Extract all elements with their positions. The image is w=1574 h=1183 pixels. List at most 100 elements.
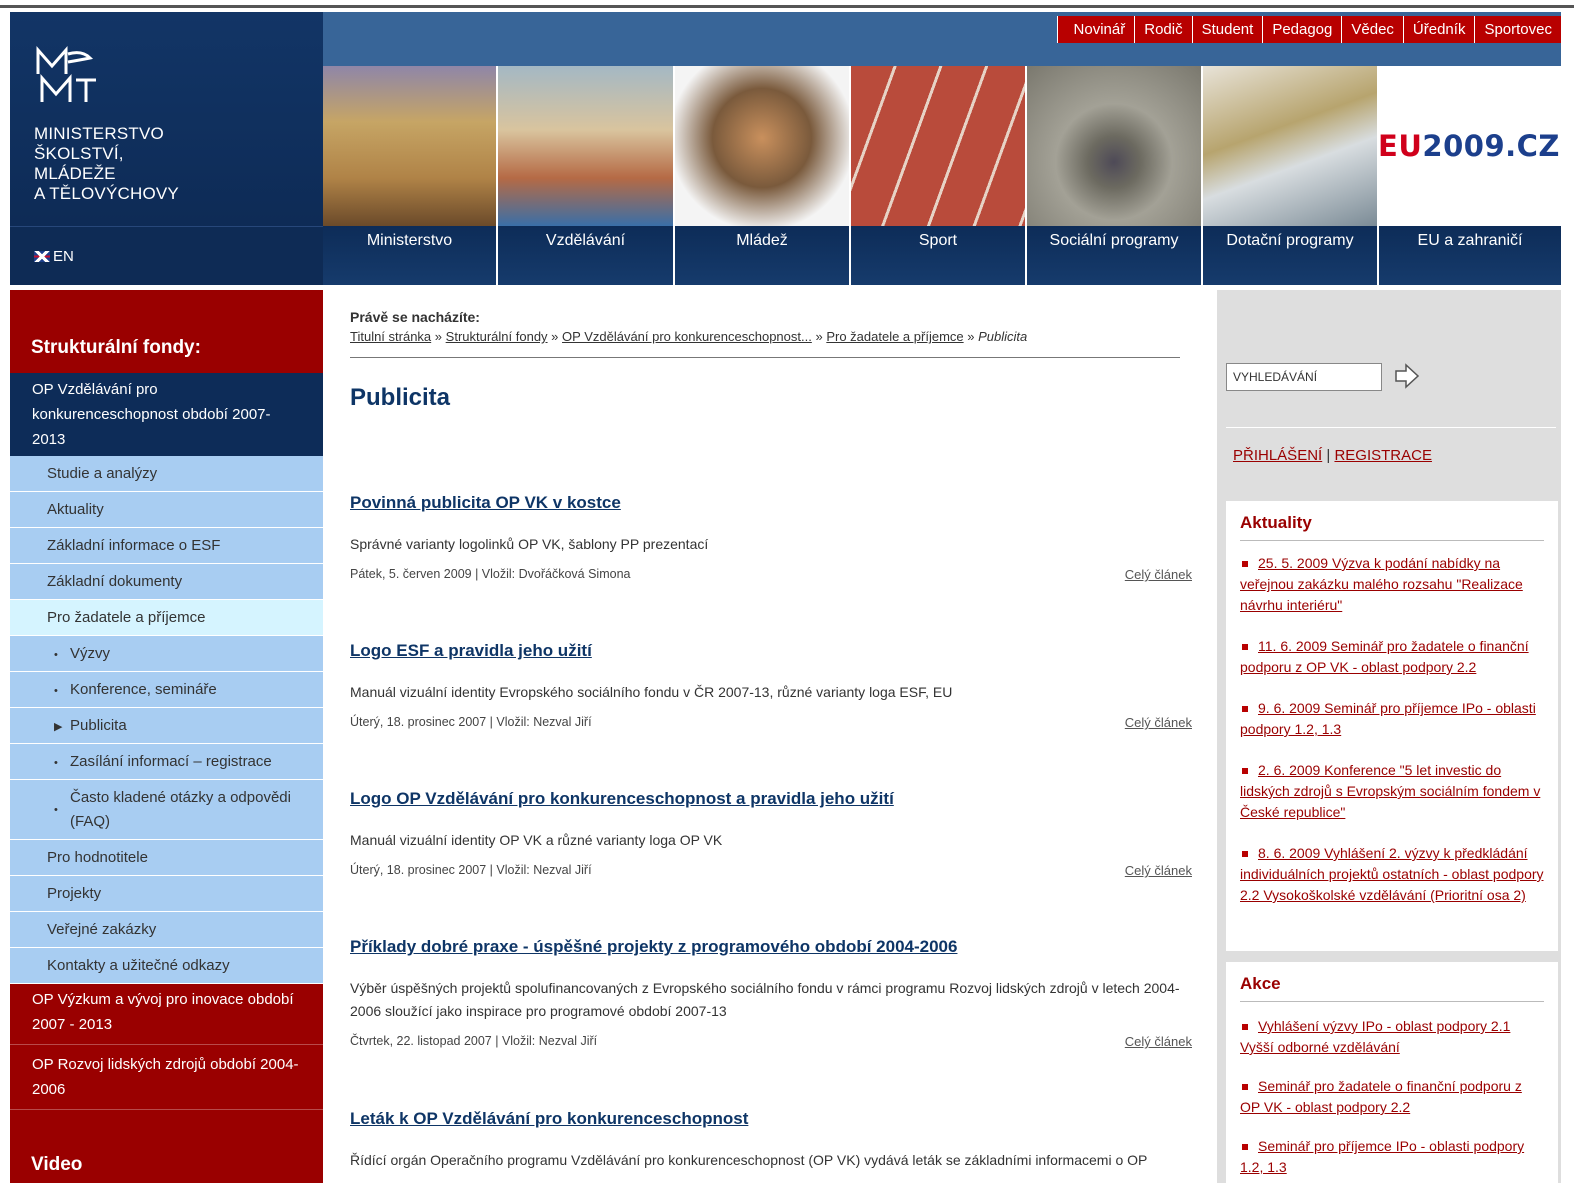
read-more-link[interactable]: Celý článek <box>1125 863 1192 878</box>
event-link[interactable]: Seminář pro příjemce IPo - oblasti podpo… <box>1240 1138 1524 1175</box>
article-date-author: Úterý, 18. prosinec 2007 | Vložil: Nezva… <box>350 863 592 877</box>
register-link[interactable]: REGISTRACE <box>1334 447 1432 464</box>
other-programs: OP Výzkum a vývoj pro inovace období 200… <box>10 980 323 1110</box>
divider <box>350 357 1180 358</box>
sidebar-subitem-label: Konference, semináře <box>70 681 217 698</box>
sidebar-subitem-konference[interactable]: • Konference, semináře <box>10 672 323 708</box>
square-bullet-icon <box>1242 1144 1248 1151</box>
login-link[interactable]: PŘIHLÁŠENÍ <box>1233 447 1322 464</box>
breadcrumb-op-vk[interactable]: OP Vzdělávání pro konkurenceschopnost... <box>562 329 812 344</box>
sidebar-item-projekty[interactable]: Projekty <box>10 876 323 912</box>
sidebar-item-pro-zadatele[interactable]: Pro žadatele a příjemce <box>10 600 323 636</box>
sidebar-subitem-publicita[interactable]: ▶ Publicita <box>10 708 323 744</box>
article-title-link[interactable]: Logo ESF a pravidla jeho užití <box>350 641 1192 661</box>
nav-dotacni-programy[interactable]: Dotační programy <box>1203 226 1379 285</box>
search-submit-arrow-icon[interactable] <box>1393 362 1421 390</box>
child-on-cobblestones-photo[interactable] <box>1027 66 1203 226</box>
read-more-link[interactable]: Celý článek <box>1125 567 1192 582</box>
bullet-icon: • <box>54 757 58 769</box>
youth-group-photo[interactable] <box>675 66 851 226</box>
sidebar-subitem-faq[interactable]: • Často kladené otázky a odpovědi (FAQ) <box>10 780 323 840</box>
akce-box: Akce Vyhlášení výzvy IPo - oblast podpor… <box>1226 962 1558 1183</box>
article-item: Leták k OP Vzdělávání pro konkurencescho… <box>350 1109 1192 1172</box>
right-sidebar: PŘIHLÁŠENÍ | REGISTRACE Aktuality 25. 5.… <box>1217 290 1561 1183</box>
square-bullet-icon <box>1242 561 1248 568</box>
nav-sport[interactable]: Sport <box>851 226 1027 285</box>
audience-link-urednik[interactable]: Úředník <box>1402 16 1475 43</box>
square-bullet-icon <box>1242 706 1248 713</box>
divider <box>1226 427 1556 428</box>
sidebar-item-zakladni-informace[interactable]: Základní informace o ESF <box>10 528 323 564</box>
english-language-link[interactable]: EN <box>34 248 74 265</box>
search-input[interactable] <box>1226 363 1382 391</box>
nav-eu-zahranici[interactable]: EU a zahraničí <box>1379 226 1561 285</box>
nav-ministerstvo[interactable]: Ministerstvo <box>323 226 498 285</box>
left-sidebar: Strukturální fondy: OP Vzdělávání pro ko… <box>10 290 323 1183</box>
breadcrumb-strukturalni-fondy[interactable]: Strukturální fondy <box>446 329 548 344</box>
sidebar-subitem-vyzvy[interactable]: • Výzvy <box>10 636 323 672</box>
breadcrumb-separator: » <box>815 329 823 344</box>
sidebar-item-kontakty[interactable]: Kontakty a užitečné odkazy <box>10 948 323 984</box>
nav-vzdelavani[interactable]: Vzdělávání <box>498 226 675 285</box>
article-item: Příklady dobré praxe - úspěšné projekty … <box>350 937 1192 1052</box>
news-item: 2. 6. 2009 Konference "5 let investic do… <box>1240 760 1544 823</box>
sidebar-item-op-vav[interactable]: OP Výzkum a vývoj pro inovace období 200… <box>10 980 323 1045</box>
running-track-photo[interactable] <box>851 66 1027 226</box>
news-link[interactable]: 11. 6. 2009 Seminář pro žadatele o finan… <box>1240 638 1529 675</box>
sidebar-item-studie[interactable]: Studie a analýzy <box>10 456 323 492</box>
aktuality-heading: Aktuality <box>1240 513 1544 541</box>
money-chart-photo[interactable] <box>1203 66 1379 226</box>
video-heading: Video <box>31 1154 83 1175</box>
nav-socialni-programy[interactable]: Sociální programy <box>1027 226 1203 285</box>
sidebar-item-op-vk[interactable]: OP Vzdělávání pro konkurenceschopnost ob… <box>10 373 323 456</box>
breadcrumb-separator: » <box>434 329 443 344</box>
eu2009-banner[interactable]: EU2009.CZ <box>1378 66 1560 226</box>
breadcrumb-pro-zadatele[interactable]: Pro žadatele a příjemce <box>826 329 963 344</box>
audience-link-novinar[interactable]: Novinář <box>1056 16 1135 43</box>
sidebar-item-verejne-zakazky[interactable]: Veřejné zakázky <box>10 912 323 948</box>
sidebar-item-op-rlz[interactable]: OP Rozvoj lidských zdrojů období 2004-20… <box>10 1045 323 1110</box>
section-nav: Ministerstvo Vzdělávání Mládež Sport Soc… <box>323 226 1561 285</box>
read-more-link[interactable]: Celý článek <box>1125 1034 1192 1049</box>
article-description: Manuál vizuální identity OP VK a různé v… <box>350 832 723 848</box>
msmt-logo-icon[interactable] <box>34 46 104 106</box>
audience-nav: Novinář Rodič Student Pedagog Vědec Úřed… <box>1056 16 1561 43</box>
sidebar-item-zakladni-dokumenty[interactable]: Základní dokumenty <box>10 564 323 600</box>
audience-link-student[interactable]: Student <box>1191 16 1263 43</box>
square-bullet-icon <box>1242 1024 1248 1031</box>
eu2009-logo: EU2009.CZ <box>1378 129 1560 163</box>
sidebar-item-aktuality[interactable]: Aktuality <box>10 492 323 528</box>
news-link[interactable]: 25. 5. 2009 Výzva k podání nabídky na ve… <box>1240 555 1523 613</box>
sidebar-item-pro-hodnotitele[interactable]: Pro hodnotitele <box>10 840 323 876</box>
audience-link-pedagog[interactable]: Pedagog <box>1262 16 1342 43</box>
square-bullet-icon <box>1242 768 1248 775</box>
top-border <box>0 0 1574 8</box>
article-meta: Úterý, 18. prosinec 2007 | Vložil: Nezva… <box>350 715 1192 733</box>
news-link[interactable]: 8. 6. 2009 Vyhlášení 2. výzvy k předklád… <box>1240 845 1544 903</box>
audience-link-sportovec[interactable]: Sportovec <box>1474 16 1561 43</box>
language-label: EN <box>53 248 74 265</box>
event-link[interactable]: Seminář pro žadatele o finanční podporu … <box>1240 1078 1522 1115</box>
auth-separator: | <box>1326 447 1331 464</box>
article-title-link[interactable]: Leták k OP Vzdělávání pro konkurencescho… <box>350 1109 1192 1129</box>
article-item: Logo OP Vzdělávání pro konkurenceschopno… <box>350 789 1192 881</box>
breadcrumb-home[interactable]: Titulní stránka <box>350 329 431 344</box>
audience-link-vedec[interactable]: Vědec <box>1341 16 1403 43</box>
read-more-link[interactable]: Celý článek <box>1125 715 1192 730</box>
article-title-link[interactable]: Logo OP Vzdělávání pro konkurenceschopno… <box>350 789 1192 809</box>
sidebar-subitem-zasilani[interactable]: • Zasílání informací – registrace <box>10 744 323 780</box>
nav-mladez[interactable]: Mládež <box>675 226 851 285</box>
article-title-link[interactable]: Povinná publicita OP VK v kostce <box>350 493 1192 513</box>
article-date-author: Pátek, 5. červen 2009 | Vložil: Dvořáčko… <box>350 567 631 581</box>
ministry-name: MINISTERSTVO ŠKOLSTVÍ, MLÁDEŽE A TĚLOVÝC… <box>34 124 179 203</box>
audience-link-rodic[interactable]: Rodič <box>1134 16 1192 43</box>
article-meta: Pátek, 5. červen 2009 | Vložil: Dvořáčko… <box>350 567 1192 585</box>
event-link[interactable]: Vyhlášení výzvy IPo - oblast podpory 2.1… <box>1240 1018 1510 1055</box>
news-link[interactable]: 2. 6. 2009 Konference "5 let investic do… <box>1240 762 1540 820</box>
aktuality-box: Aktuality 25. 5. 2009 Výzva k podání nab… <box>1226 501 1558 951</box>
classroom-photo[interactable] <box>498 66 675 226</box>
news-link[interactable]: 9. 6. 2009 Seminář pro příjemce IPo - ob… <box>1240 700 1536 737</box>
ministry-building-photo[interactable] <box>323 66 498 226</box>
bullet-icon: • <box>54 804 58 816</box>
article-title-link[interactable]: Příklady dobré praxe - úspěšné projekty … <box>350 937 1192 957</box>
